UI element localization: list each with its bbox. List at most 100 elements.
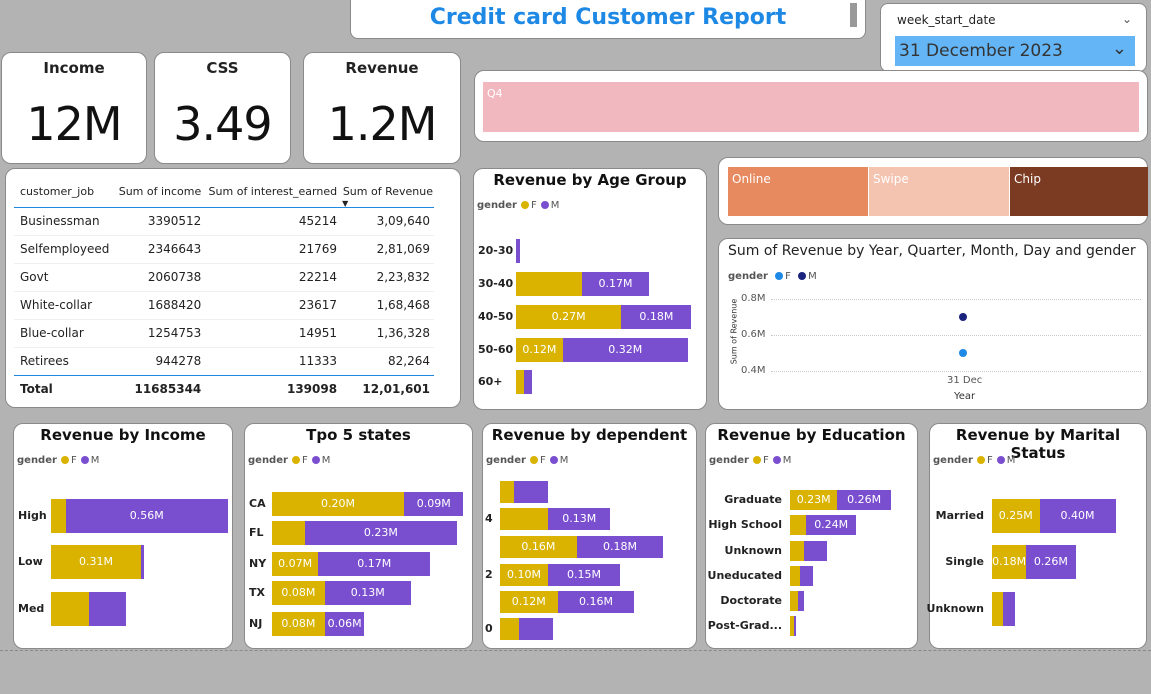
bar-f[interactable]: 0.07M: [272, 552, 319, 576]
table-row[interactable]: Retirees 944278 11333 82,264: [14, 347, 434, 375]
table-cell: 23617: [298, 298, 338, 312]
table-row[interactable]: Businessman 3390512 45214 3,09,640: [14, 207, 434, 235]
table-cell: 1254753: [147, 326, 202, 340]
bar-f[interactable]: [500, 508, 548, 530]
bar-m[interactable]: 0.17M: [318, 552, 431, 576]
chevron-down-icon[interactable]: ⌄: [1122, 12, 1132, 26]
bar-m[interactable]: 0.26M: [837, 490, 891, 510]
bar-m[interactable]: [798, 591, 805, 611]
bar-m[interactable]: 0.15M: [548, 564, 620, 586]
bar-m[interactable]: 0.32M: [562, 338, 688, 362]
chart-legend: gender F M: [709, 455, 791, 466]
bar-m[interactable]: 0.13M: [324, 581, 411, 605]
legend-title: gender: [248, 455, 288, 466]
bar-m[interactable]: [519, 618, 553, 640]
customer-job-table: customer_job Sum of income Sum of intere…: [14, 177, 434, 403]
table-cell: 22214: [298, 270, 338, 284]
bar-m[interactable]: 0.18M: [621, 305, 692, 329]
bar-m[interactable]: [1003, 592, 1015, 626]
kpi-card-income: Income 12M: [1, 52, 147, 164]
bar-f[interactable]: 0.16M: [500, 536, 577, 558]
column-header-sorted[interactable]: Sum of Revenue ▼: [338, 177, 434, 207]
bar-f[interactable]: 0.08M: [272, 612, 325, 636]
bar-f[interactable]: 0.18M: [992, 545, 1027, 579]
bar-f[interactable]: [500, 618, 520, 640]
table-row[interactable]: White-collar 1688420 23617 1,68,468: [14, 291, 434, 319]
bar-f[interactable]: 0.12M: [516, 338, 563, 362]
bar-f[interactable]: [992, 592, 1004, 626]
bar-m[interactable]: 0.17M: [582, 272, 649, 296]
legend-m-label: M: [1006, 455, 1016, 466]
bar-m[interactable]: 0.13M: [548, 508, 611, 530]
payment-tile-swipe[interactable]: Swipe: [869, 167, 1009, 216]
bar-f[interactable]: [790, 515, 807, 535]
bar-m[interactable]: [516, 239, 520, 263]
bar-m[interactable]: 0.24M: [806, 515, 856, 535]
column-header[interactable]: customer_job: [14, 177, 114, 207]
bar-f[interactable]: [516, 370, 524, 394]
chart-legend: gender F M: [486, 455, 568, 466]
bar-m[interactable]: [804, 541, 828, 561]
table-cell: 14951: [298, 326, 338, 340]
x-axis-title: Year: [954, 391, 976, 402]
legend-m-label: M: [321, 455, 331, 466]
chevron-down-icon[interactable]: ⌄: [1112, 38, 1127, 59]
bar-m[interactable]: 0.09M: [404, 492, 464, 516]
bar-f[interactable]: [516, 272, 583, 296]
table-row[interactable]: Selfemployeed 2346643 21769 2,81,069: [14, 235, 434, 263]
bar-m[interactable]: 0.18M: [576, 536, 664, 558]
bar-m[interactable]: 0.56M: [65, 499, 228, 533]
bar-m[interactable]: [794, 616, 797, 636]
bar-f[interactable]: [272, 521, 305, 545]
bar-f[interactable]: 0.31M: [51, 545, 141, 579]
bar-m[interactable]: [800, 566, 813, 586]
bar-f[interactable]: 0.25M: [992, 499, 1040, 533]
bar-m[interactable]: [140, 545, 144, 579]
column-header[interactable]: Sum of income: [114, 177, 202, 207]
category-label: Uneducated: [707, 569, 782, 582]
slicer-dropdown[interactable]: 31 December 2023 ⌄: [895, 36, 1135, 66]
bar-f[interactable]: [790, 591, 799, 611]
week-start-date-slicer[interactable]: week_start_date ⌄ 31 December 2023 ⌄: [880, 3, 1147, 72]
table-cell: 2,81,069: [376, 242, 430, 256]
legend-dot-m: [540, 201, 549, 209]
data-point-m[interactable]: [959, 313, 967, 321]
payment-tile-chip[interactable]: Chip: [1010, 167, 1148, 216]
table-row[interactable]: Govt 2060738 22214 2,23,832: [14, 263, 434, 291]
bar-m[interactable]: [514, 481, 548, 503]
column-header[interactable]: Sum of interest_earned: [202, 177, 338, 207]
data-point-f[interactable]: [959, 349, 967, 357]
scrollbar[interactable]: [850, 3, 857, 27]
bar-m[interactable]: 0.16M: [557, 591, 635, 613]
bar-m[interactable]: 0.40M: [1039, 499, 1116, 533]
bar-f[interactable]: [500, 481, 515, 503]
table-total-row: Total 11685344 139098 12,01,601: [14, 375, 434, 403]
education-chart-card: Revenue by Education gender F M Graduate 0.23…: [705, 423, 918, 649]
bar-f[interactable]: [51, 499, 66, 533]
legend-m-label: M: [808, 271, 817, 282]
bar-f[interactable]: 0.23M: [790, 490, 838, 510]
bar-m[interactable]: [523, 370, 532, 394]
bar-f[interactable]: [790, 541, 805, 561]
sort-descending-icon[interactable]: ▼: [342, 199, 348, 208]
bar-m[interactable]: 0.26M: [1026, 545, 1076, 579]
bar-f[interactable]: 0.20M: [272, 492, 404, 516]
bar-f[interactable]: 0.12M: [500, 591, 558, 613]
bar-f[interactable]: [51, 592, 89, 626]
legend-title: gender: [933, 455, 973, 466]
payment-tile-online[interactable]: Online: [728, 167, 868, 216]
total-cell: 11685344: [134, 382, 202, 397]
bar-f[interactable]: [790, 566, 801, 586]
bar-m[interactable]: 0.23M: [305, 521, 457, 545]
category-label: FL: [249, 526, 264, 539]
quarter-tile-q4[interactable]: Q4: [483, 82, 1139, 132]
quarter-label: Q4: [487, 87, 503, 100]
bar-f[interactable]: 0.27M: [516, 305, 622, 329]
category-label: CA: [249, 497, 266, 510]
bar-f[interactable]: 0.08M: [272, 581, 325, 605]
table-header-row: customer_job Sum of income Sum of intere…: [14, 177, 434, 208]
bar-f[interactable]: 0.10M: [500, 564, 548, 586]
table-row[interactable]: Blue-collar 1254753 14951 1,36,328: [14, 319, 434, 347]
bar-m[interactable]: [88, 592, 127, 626]
bar-m[interactable]: 0.06M: [324, 612, 365, 636]
